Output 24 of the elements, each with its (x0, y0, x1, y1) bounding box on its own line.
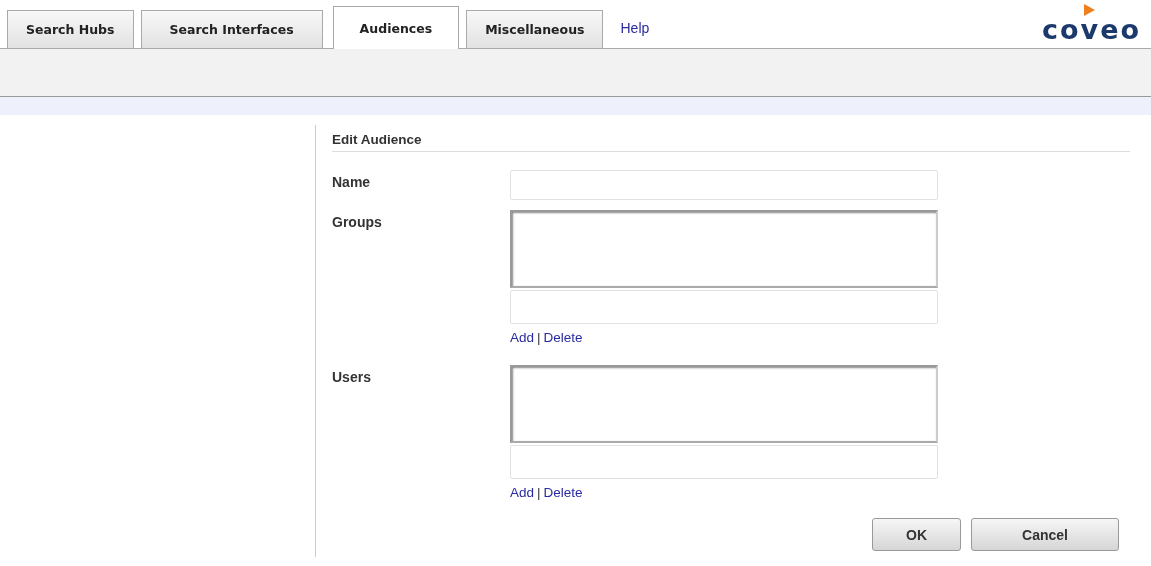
tab[interactable]: Search Hubs (7, 10, 134, 48)
help-link[interactable]: Help (620, 20, 650, 36)
dialog-button[interactable]: OK (872, 518, 961, 551)
list-box[interactable] (510, 210, 938, 288)
triangle-icon (1084, 4, 1095, 16)
add-link[interactable]: Add (510, 330, 535, 345)
delete-link[interactable]: Delete (543, 485, 583, 500)
tab[interactable]: Miscellaneous (466, 10, 604, 48)
list-box[interactable] (510, 365, 938, 443)
field-label: Name (332, 173, 372, 192)
dialog-button[interactable]: Cancel (971, 518, 1119, 551)
field-label: Users (332, 368, 372, 387)
delete-link[interactable]: Delete (543, 330, 583, 345)
logo: coveo (1042, 16, 1141, 44)
input-field[interactable] (510, 290, 938, 324)
section-title: Edit Audience (332, 132, 1130, 152)
separator: | (537, 330, 541, 345)
tab[interactable]: Search Interfaces (140, 10, 323, 48)
tab[interactable]: Audiences (332, 6, 460, 49)
field-label: Groups (332, 213, 383, 232)
input-field[interactable] (510, 445, 938, 479)
separator: | (537, 485, 541, 500)
input-field[interactable] (510, 170, 938, 200)
add-link[interactable]: Add (510, 485, 535, 500)
